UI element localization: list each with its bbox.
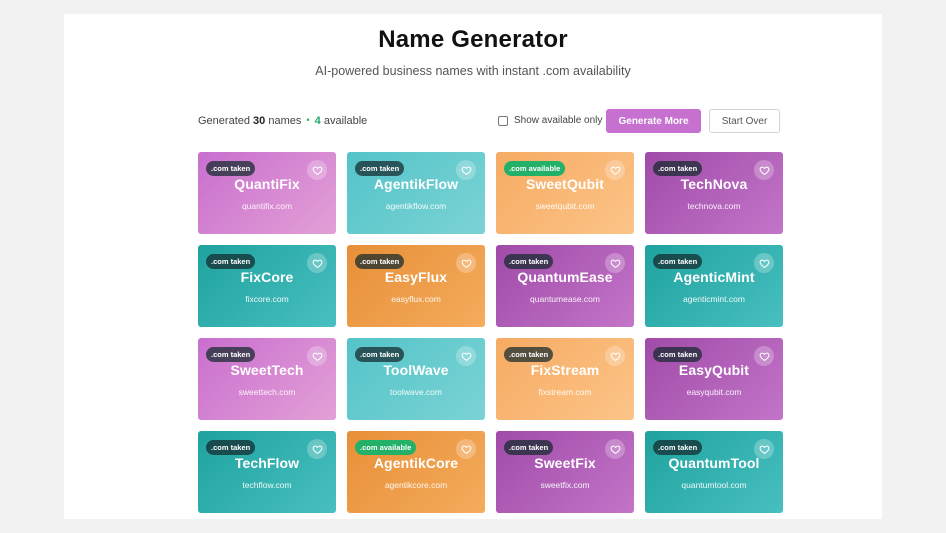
show-available-label: Show available only [514, 115, 603, 126]
domain-status-badge: .com taken [206, 161, 256, 176]
domain-status-badge: .com taken [504, 347, 554, 362]
page-subtitle: AI-powered business names with instant .… [315, 64, 631, 78]
heart-icon [759, 444, 770, 455]
heart-icon [610, 444, 621, 455]
business-name: TechNova [680, 176, 748, 192]
domain-status-badge: .com taken [653, 161, 703, 176]
generated-count: 30 [253, 115, 266, 127]
domain-status-badge: .com taken [653, 347, 703, 362]
domain-status-badge: .com taken [206, 347, 256, 362]
domain-status-badge: .com taken [206, 254, 256, 269]
domain-status-badge: .com taken [653, 254, 703, 269]
domain-name: technova.com [687, 201, 741, 211]
page-title: Name Generator [378, 26, 568, 53]
domain-name: agentikflow.com [385, 201, 447, 211]
domain-name: fixstream.com [538, 387, 592, 397]
name-card[interactable]: .com taken EasyQubit easyqubit.com [645, 338, 783, 420]
business-name: QuantumEase [517, 269, 613, 285]
domain-status-badge: .com taken [355, 347, 405, 362]
business-name: SweetFix [534, 455, 596, 471]
business-name: AgentikCore [373, 455, 459, 471]
business-name: FixStream [530, 362, 600, 378]
name-card[interactable]: .com taken QuantumEase quantumease.com [496, 245, 634, 327]
generate-more-button[interactable]: Generate More [606, 109, 701, 133]
name-card[interactable]: .com taken TechFlow techflow.com [198, 431, 336, 513]
name-card-grid: .com taken QuantiFix quantifix.com .com tak… [198, 152, 783, 519]
domain-name: easyqubit.com [686, 387, 742, 397]
show-available-checkbox[interactable] [498, 115, 508, 126]
heart-icon [312, 444, 323, 455]
business-name: TechFlow [234, 455, 300, 471]
name-card[interactable]: .com taken AgenticMint agenticmint.com [645, 245, 783, 327]
name-card[interactable]: .com taken SweetTech sweettech.com [198, 338, 336, 420]
domain-name: agenticmint.com [683, 294, 745, 304]
summary-prefix: Generated [198, 115, 250, 127]
name-card[interactable]: .com available AgentikCore agentikcore.com [347, 431, 485, 513]
business-name: ToolWave [383, 362, 449, 378]
domain-name: sweetfix.com [540, 480, 590, 490]
domain-name: agentikcore.com [384, 480, 448, 490]
name-card[interactable]: .com taken QuantumTool quantumtool.com [645, 431, 783, 513]
heart-icon [312, 351, 323, 362]
heart-icon [759, 165, 770, 176]
heart-icon [461, 258, 472, 269]
name-card[interactable]: .com taken FixCore fixcore.com [198, 245, 336, 327]
domain-name: quantifix.com [241, 201, 293, 211]
name-card[interactable]: .com available SweetQubit sweetqubit.com [496, 152, 634, 234]
domain-name: quantumtool.com [681, 480, 747, 490]
domain-name: quantumease.com [530, 294, 600, 304]
heart-icon [610, 165, 621, 176]
name-card[interactable]: .com taken EasyFlux easyflux.com [347, 245, 485, 327]
business-name: SweetTech [230, 362, 304, 378]
business-name: EasyQubit [678, 362, 750, 378]
heart-icon [461, 165, 472, 176]
heart-icon [610, 258, 621, 269]
domain-status-badge: .com taken [504, 254, 554, 269]
business-name: SweetQubit [525, 176, 604, 192]
name-card[interactable]: .com taken SweetFix sweetfix.com [496, 431, 634, 513]
heart-icon [312, 258, 323, 269]
domain-name: toolwave.com [390, 387, 442, 397]
show-available-filter[interactable]: Show available only [498, 115, 602, 126]
domain-name: sweettech.com [238, 387, 296, 397]
domain-status-badge: .com taken [206, 440, 256, 455]
heart-icon [461, 444, 472, 455]
business-name: QuantiFix [234, 176, 300, 192]
name-card[interactable]: .com taken AgentikFlow agentikflow.com [347, 152, 485, 234]
summary-available-word: available [323, 115, 368, 127]
business-name: EasyFlux [384, 269, 448, 285]
domain-status-badge: .com taken [504, 440, 554, 455]
summary-dot: • [306, 115, 310, 125]
heart-icon [312, 165, 323, 176]
domain-name: easyflux.com [391, 294, 441, 304]
name-generator-page: Name Generator AI-powered business names… [64, 14, 882, 519]
domain-status-badge: .com taken [355, 161, 405, 176]
generation-summary: Generated 30 names • 4 available [198, 115, 367, 127]
domain-status-badge: .com available [504, 161, 566, 176]
domain-name: techflow.com [242, 480, 292, 490]
start-over-button[interactable]: Start Over [709, 109, 780, 133]
name-card[interactable]: .com taken QuantiFix quantifix.com [198, 152, 336, 234]
domain-status-badge: .com taken [355, 254, 405, 269]
domain-status-badge: .com available [355, 440, 417, 455]
business-name: AgentikFlow [373, 176, 459, 192]
domain-status-badge: .com taken [653, 440, 703, 455]
available-count: 4 [314, 115, 321, 127]
name-card[interactable]: .com taken TechNova technova.com [645, 152, 783, 234]
business-name: FixCore [240, 269, 294, 285]
business-name: AgenticMint [673, 269, 755, 285]
heart-icon [759, 351, 770, 362]
name-card[interactable]: .com taken ToolWave toolwave.com [347, 338, 485, 420]
heart-icon [461, 351, 472, 362]
domain-name: fixcore.com [245, 294, 289, 304]
summary-names-word: names [268, 115, 302, 127]
name-card[interactable]: .com taken FixStream fixstream.com [496, 338, 634, 420]
domain-name: sweetqubit.com [535, 201, 595, 211]
heart-icon [759, 258, 770, 269]
heart-icon [610, 351, 621, 362]
business-name: QuantumTool [668, 455, 760, 471]
